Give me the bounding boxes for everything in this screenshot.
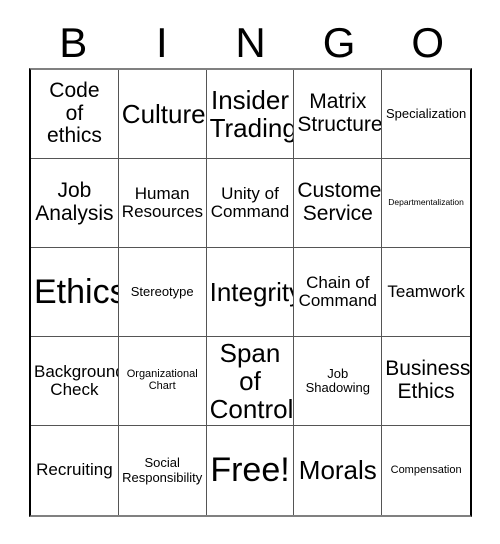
bingo-cell-label: Code of ethics — [46, 78, 102, 148]
bingo-cell-label: Customer Service — [297, 179, 383, 225]
bingo-cell-label: Social Responsibility — [122, 455, 203, 485]
bingo-letter-o: O — [411, 18, 445, 66]
bingo-header: B I N G O — [29, 17, 472, 68]
bingo-cell[interactable]: Span of Control — [206, 337, 295, 426]
bingo-cell-label: Teamwork — [387, 281, 465, 301]
bingo-cell[interactable]: Culture — [118, 70, 207, 159]
bingo-letter-b: B — [59, 18, 88, 66]
bingo-cell[interactable]: Insider Trading — [206, 70, 295, 159]
bingo-letter-i: I — [156, 18, 168, 66]
bingo-cell[interactable]: Background Check — [31, 337, 119, 426]
bingo-cell-label: Organizational Chart — [126, 368, 198, 392]
bingo-cell[interactable]: Matrix Structure — [294, 70, 383, 159]
bingo-cell-label: Matrix Structure — [297, 90, 383, 136]
bingo-cell-label: Insider Trading — [209, 84, 295, 143]
bingo-cell[interactable]: Unity of Command — [206, 159, 295, 248]
bingo-cell[interactable]: Customer Service — [294, 159, 383, 248]
bingo-cell[interactable]: Job Analysis — [31, 159, 119, 248]
bingo-cell-label: Culture — [121, 98, 206, 129]
bingo-cell[interactable]: Specialization — [382, 70, 470, 159]
bingo-cell-label: Human Resources — [121, 183, 204, 221]
bingo-cell-label: Morals — [298, 455, 377, 486]
bingo-letter-n: N — [235, 18, 266, 66]
bingo-cell[interactable]: Organizational Chart — [118, 337, 207, 426]
bingo-cell-label: Job Analysis — [35, 179, 114, 225]
bingo-cell[interactable]: Compensation — [382, 426, 470, 515]
bingo-cell[interactable]: Human Resources — [118, 159, 207, 248]
bingo-cell-label: Compensation — [390, 463, 462, 476]
bingo-cell[interactable]: Chain of Command — [294, 248, 383, 337]
bingo-cell-label: Job Shadowing — [305, 365, 370, 395]
bingo-grid: Code of ethics Culture Insider Trading Matr… — [29, 68, 472, 517]
bingo-cell[interactable]: Stereotype — [118, 248, 207, 337]
bingo-cell-label: Integrity — [209, 276, 295, 307]
bingo-cell[interactable]: Departmentalization — [382, 159, 470, 248]
bingo-cell-label: Departmentalization — [388, 197, 464, 208]
bingo-cell-label: Chain of Command — [298, 272, 377, 310]
bingo-cell-label: Span of Control — [209, 337, 294, 425]
bingo-cell[interactable]: Social Responsibility — [118, 426, 207, 515]
bingo-cell[interactable]: Free! — [206, 426, 295, 515]
bingo-cell-label: Business Ethics — [385, 357, 470, 403]
bingo-cell-label: Stereotype — [130, 283, 194, 299]
bingo-cell-label: Unity of Command — [210, 183, 290, 221]
bingo-cell[interactable]: Morals — [294, 426, 383, 515]
bingo-cell[interactable]: Integrity — [206, 248, 295, 337]
bingo-cell-label: Recruiting — [36, 460, 113, 480]
bingo-letter-g: G — [322, 18, 356, 66]
bingo-cell[interactable]: Recruiting — [31, 426, 119, 515]
bingo-cell[interactable]: Business Ethics — [382, 337, 470, 426]
bingo-cell-label: Background Check — [34, 361, 119, 399]
bingo-cell-label: Ethics — [34, 272, 119, 311]
bingo-cell[interactable]: Code of ethics — [31, 70, 119, 159]
bingo-cell[interactable]: Ethics — [31, 248, 119, 337]
bingo-card: B I N G O Code of ethics Culture Insider T… — [0, 0, 500, 544]
bingo-cell-label: Specialization — [385, 105, 467, 121]
bingo-cell[interactable]: Job Shadowing — [294, 337, 383, 426]
bingo-cell[interactable]: Teamwork — [382, 248, 470, 337]
bingo-cell-label: Free! — [210, 451, 290, 490]
